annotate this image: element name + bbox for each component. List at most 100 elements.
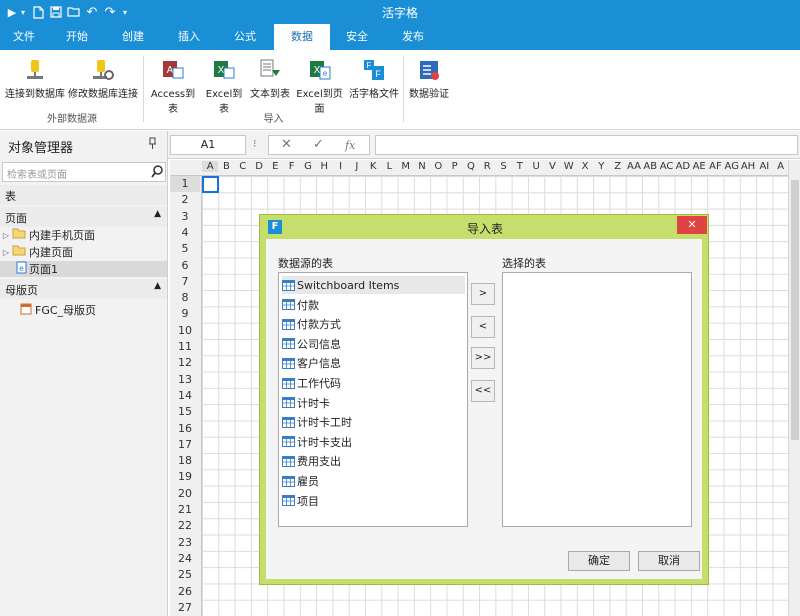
source-tables-list[interactable]: Switchboard Items 付款 付款方式 公司信息 客户信息 工作代码 计时卡 计时…	[278, 272, 468, 527]
access-to-table-button[interactable]: A Access到表	[146, 58, 200, 115]
column-header-cell[interactable]: X	[577, 161, 593, 172]
tab-home[interactable]: 开始	[59, 24, 95, 50]
row-header-cell[interactable]: 10	[170, 323, 200, 339]
cancel-edit-icon[interactable]: ✕	[281, 137, 292, 152]
column-header-cell[interactable]: Y	[593, 161, 609, 172]
excel-to-page-button[interactable]: Xe Excel到页面	[292, 58, 347, 115]
row-header-cell[interactable]: 2	[170, 192, 200, 208]
row-header-cell[interactable]: 18	[170, 453, 200, 469]
column-header-cell[interactable]: I	[332, 161, 348, 172]
column-header-cell[interactable]: F	[284, 161, 300, 172]
add-button[interactable]: >	[471, 283, 495, 305]
row-header-cell[interactable]: 13	[170, 372, 200, 388]
row-header-cell[interactable]: 19	[170, 469, 200, 485]
vertical-scrollbar[interactable]	[788, 160, 800, 616]
more-icon[interactable]: ⁝	[253, 137, 257, 150]
row-header-cell[interactable]: 16	[170, 421, 200, 437]
column-header-cell[interactable]: C	[235, 161, 251, 172]
chevron-up-icon[interactable]: ▲	[154, 281, 161, 291]
column-header-cell[interactable]: G	[300, 161, 316, 172]
tab-create[interactable]: 创建	[115, 24, 151, 50]
column-header-cell[interactable]: V	[544, 161, 560, 172]
row-header-cell[interactable]: 9	[170, 306, 200, 322]
tree-item-master-page[interactable]: FGC_母版页	[0, 302, 167, 318]
section-tables[interactable]: 表	[0, 185, 167, 205]
column-header-cell[interactable]: U	[528, 161, 544, 172]
column-header-cell[interactable]: E	[267, 161, 283, 172]
scrollbar-thumb[interactable]	[791, 180, 799, 440]
confirm-edit-icon[interactable]: ✓	[313, 137, 324, 152]
column-header-cell[interactable]: Z	[610, 161, 626, 172]
row-header-cell[interactable]: 6	[170, 258, 200, 274]
row-header-cell[interactable]: 22	[170, 518, 200, 534]
remove-all-button[interactable]: <<	[471, 380, 495, 402]
column-header-cell[interactable]: T	[512, 161, 528, 172]
column-header-cell[interactable]: A	[202, 161, 219, 172]
column-header-cell[interactable]: AI	[756, 161, 772, 172]
data-validation-button[interactable]: 数据验证	[406, 58, 452, 104]
source-table-item[interactable]: 项目	[282, 492, 465, 510]
row-header-cell[interactable]: 25	[170, 567, 200, 583]
chevron-up-icon[interactable]: ▲	[154, 209, 161, 219]
column-header-cell[interactable]: AF	[707, 161, 723, 172]
row-header-cell[interactable]: 5	[170, 241, 200, 257]
tree-item-page1[interactable]: e 页面1	[0, 261, 167, 277]
column-header-cell[interactable]: R	[479, 161, 495, 172]
formula-input[interactable]	[375, 135, 798, 155]
source-table-item[interactable]: 雇员	[282, 472, 465, 490]
column-header-cell[interactable]: O	[430, 161, 446, 172]
cell-reference-box[interactable]: A1	[170, 135, 246, 155]
column-header-cell[interactable]: N	[414, 161, 430, 172]
remove-button[interactable]: <	[471, 316, 495, 338]
row-header-cell[interactable]: 26	[170, 584, 200, 600]
column-header-cell[interactable]: J	[349, 161, 365, 172]
modify-connection-button[interactable]: 修改数据库连接	[66, 58, 140, 104]
text-to-table-button[interactable]: 文本到表	[248, 58, 292, 104]
fx-icon[interactable]: fx	[345, 139, 355, 152]
excel-to-table-button[interactable]: X Excel到表	[201, 58, 247, 115]
expand-icon[interactable]: ▷	[0, 248, 12, 257]
row-header-cell[interactable]: 23	[170, 535, 200, 551]
expand-icon[interactable]: ▷	[0, 231, 12, 240]
tree-item-builtin-pages[interactable]: ▷ 内建页面	[0, 244, 167, 260]
cancel-button[interactable]: 取消	[638, 551, 700, 571]
source-table-item[interactable]: 公司信息	[282, 335, 465, 353]
section-master-pages[interactable]: 母版页 ▲	[0, 279, 167, 299]
row-header-cell[interactable]: 7	[170, 274, 200, 290]
source-table-item[interactable]: 工作代码	[282, 374, 465, 392]
row-header-cell[interactable]: 8	[170, 290, 200, 306]
pin-icon[interactable]	[148, 137, 157, 152]
row-header-cell[interactable]: 1	[170, 176, 200, 192]
row-header-cell[interactable]: 15	[170, 404, 200, 420]
tab-insert[interactable]: 插入	[171, 24, 207, 50]
row-header-cell[interactable]: 14	[170, 388, 200, 404]
tab-publish[interactable]: 发布	[395, 24, 431, 50]
search-input[interactable]: 检索表或页面	[2, 162, 166, 182]
column-header-cell[interactable]: AD	[675, 161, 691, 172]
selected-tables-list[interactable]	[502, 272, 692, 527]
section-pages[interactable]: 页面 ▲	[0, 207, 167, 227]
column-header-cell[interactable]: AG	[724, 161, 740, 172]
row-header-cell[interactable]: 3	[170, 209, 200, 225]
tab-formula[interactable]: 公式	[227, 24, 263, 50]
row-header-cell[interactable]: 20	[170, 486, 200, 502]
row-header-cell[interactable]: 12	[170, 355, 200, 371]
ok-button[interactable]: 确定	[568, 551, 630, 571]
row-header-cell[interactable]: 17	[170, 437, 200, 453]
search-icon[interactable]	[151, 165, 164, 178]
column-header-cell[interactable]: H	[316, 161, 332, 172]
column-header-cell[interactable]: AA	[626, 161, 642, 172]
column-header-cell[interactable]: K	[365, 161, 381, 172]
source-table-item[interactable]: 计时卡	[282, 394, 465, 412]
hzg-file-button[interactable]: FF 活字格文件	[347, 58, 401, 104]
column-header-cell[interactable]: M	[398, 161, 414, 172]
column-header-cell[interactable]: AC	[658, 161, 674, 172]
connect-database-button[interactable]: 连接到数据库	[4, 58, 66, 104]
tab-file[interactable]: 文件	[6, 24, 42, 50]
source-table-item[interactable]: 计时卡工时	[282, 413, 465, 431]
tab-security[interactable]: 安全	[339, 24, 375, 50]
row-header-cell[interactable]: 11	[170, 339, 200, 355]
column-header-cell[interactable]: W	[561, 161, 577, 172]
column-header-cell[interactable]: P	[447, 161, 463, 172]
row-header-cell[interactable]: 24	[170, 551, 200, 567]
